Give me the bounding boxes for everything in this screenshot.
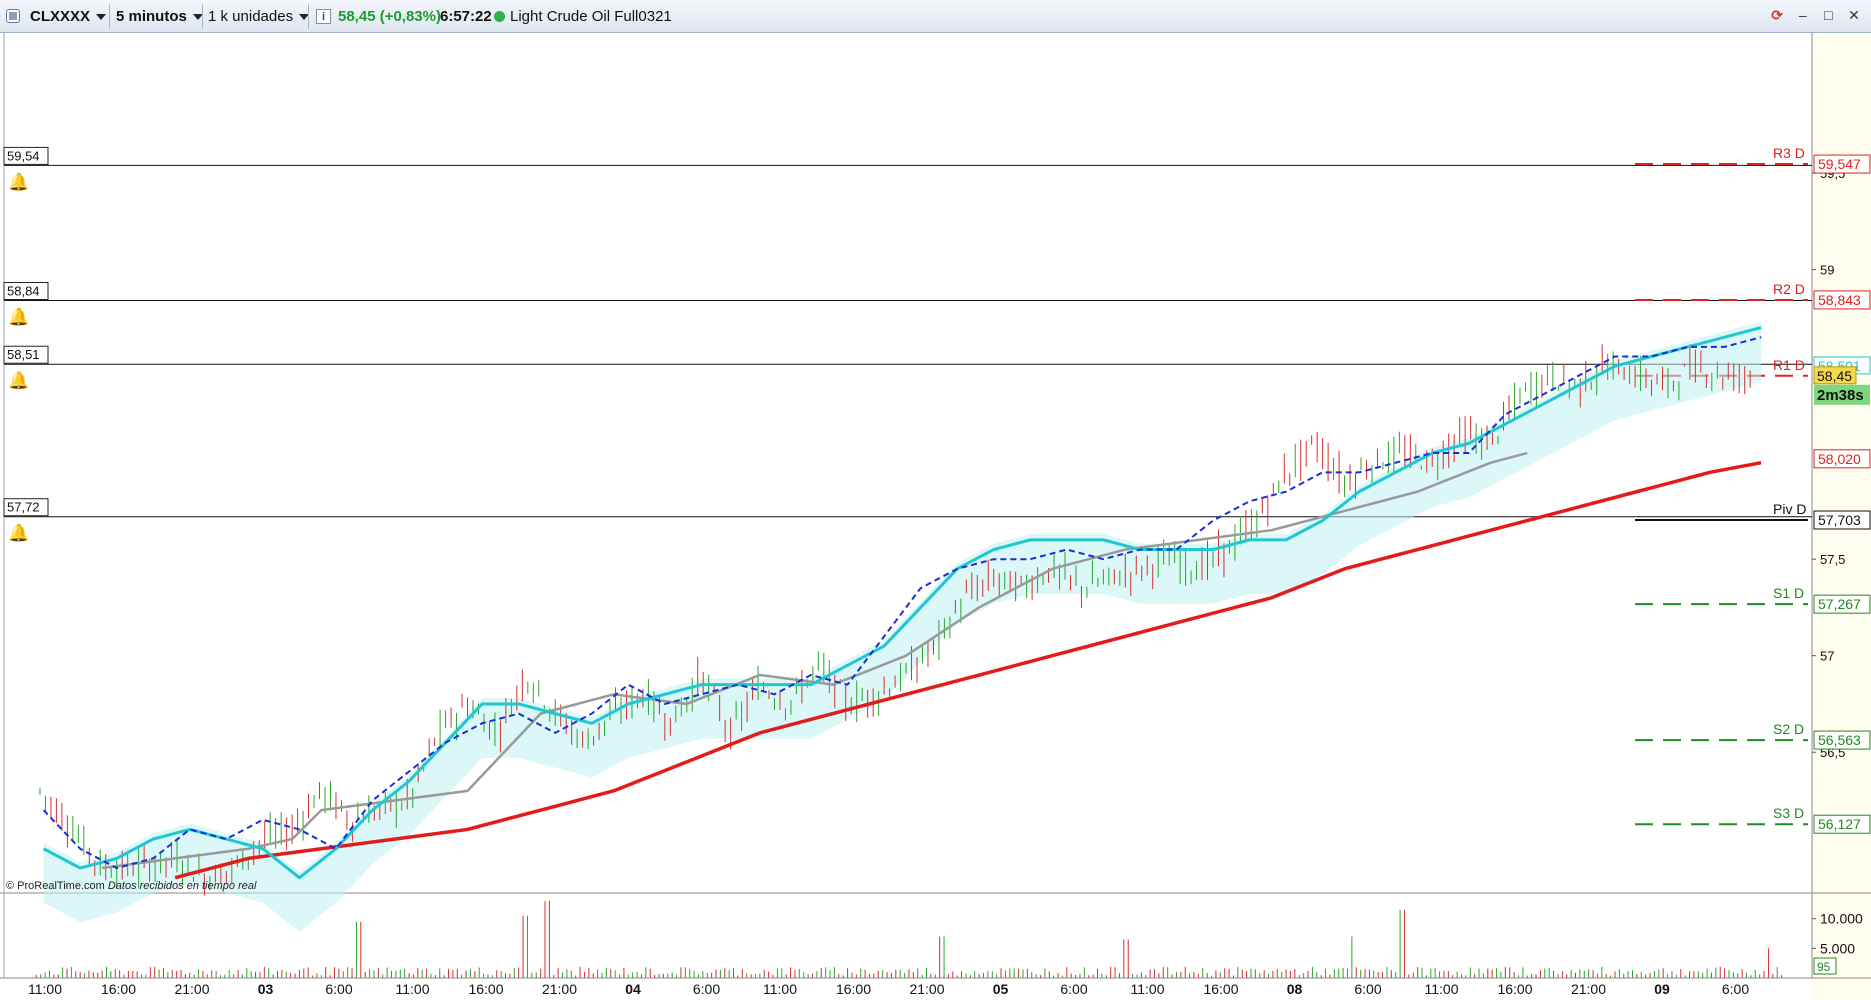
last-update-time: 6:57:22	[440, 8, 492, 25]
pivot-level-name: S1 D	[1773, 585, 1804, 601]
alert-price-label: 59,54	[7, 148, 40, 163]
last-price-label: 58,45	[1817, 368, 1852, 384]
pivot-level-name: R2 D	[1773, 281, 1805, 297]
pivot-level-value: 56,127	[1818, 816, 1861, 832]
symbol-label: CLXXXX	[30, 8, 91, 25]
alert-price-label: 58,84	[7, 284, 40, 299]
time-tick-label: 21:00	[909, 981, 944, 997]
time-tick-label: 08	[1287, 981, 1303, 997]
time-tick-label: 16:00	[1497, 981, 1532, 997]
bell-alert-icon[interactable]: 🔔	[8, 524, 29, 543]
time-tick-label: 09	[1654, 981, 1670, 997]
pivot-level-value: 58,020	[1818, 451, 1861, 467]
symbol-selector[interactable]: CLXXXX	[30, 0, 107, 33]
time-tick-label: 16:00	[836, 981, 871, 997]
bell-alert-icon[interactable]: 🔔	[8, 308, 29, 327]
time-tick-label: 16:00	[1203, 981, 1238, 997]
time-tick-label: 11:00	[763, 981, 797, 997]
credit-text: © ProRealTime.com	[6, 880, 105, 892]
volume-tick-label: 10.000	[1820, 911, 1863, 927]
time-tick-label: 03	[258, 981, 274, 997]
window-menu-icon[interactable]	[6, 9, 20, 23]
price-tick-label: 59	[1820, 263, 1834, 278]
time-tick-label: 11:00	[28, 981, 62, 997]
pivot-level-name: S2 D	[1773, 721, 1804, 737]
live-status-icon	[494, 11, 505, 22]
close-icon[interactable]: ✕	[1845, 6, 1863, 24]
pivot-level-name: S3 D	[1773, 805, 1804, 821]
volume-last-label: 95	[1817, 960, 1831, 974]
time-tick-label: 16:00	[101, 981, 136, 997]
toolbar-divider	[202, 4, 203, 29]
time-tick-label: 11:00	[1425, 981, 1459, 997]
volume-tick-label: 5.000	[1820, 940, 1855, 956]
time-tick-label: 21:00	[542, 981, 577, 997]
time-tick-label: 11:00	[396, 981, 430, 997]
timeframe-label: 5 minutos	[116, 8, 187, 25]
units-label: 1 k unidades	[208, 8, 294, 25]
units-selector[interactable]: 1 k unidades	[208, 0, 310, 33]
chart-toolbar: CLXXXX 5 minutos 1 k unidades i 58,45 (+…	[0, 0, 1871, 33]
time-tick-label: 6:00	[1722, 981, 1749, 997]
instrument-name: Light Crude Oil Full0321	[510, 8, 672, 25]
toolbar-divider	[109, 4, 110, 29]
pivot-level-value: 59,547	[1818, 156, 1861, 172]
data-status-text: Datos recibidos en tiempo real	[107, 880, 257, 892]
time-tick-label: 21:00	[174, 981, 209, 997]
time-tick-label: 11:00	[1131, 981, 1165, 997]
bell-alert-icon[interactable]: 🔔	[8, 172, 29, 191]
time-tick-label: 05	[993, 981, 1009, 997]
alert-price-label: 57,72	[7, 500, 40, 515]
window-controls: ⟳ – □ ✕	[1764, 6, 1863, 28]
time-tick-label: 6:00	[325, 981, 352, 997]
pivot-level-value: 57,267	[1818, 596, 1861, 612]
price-chart[interactable]: 59,55957,55756,559,54🔔58,84🔔58,51🔔57,72🔔…	[0, 33, 1871, 1000]
refresh-icon[interactable]: ⟳	[1768, 6, 1786, 24]
pivot-level-name: R3 D	[1773, 145, 1805, 161]
price-tick-label: 57	[1820, 649, 1834, 664]
time-tick-label: 6:00	[1354, 981, 1381, 997]
price-change: 58,45 (+0,83%)	[338, 8, 441, 25]
bell-alert-icon[interactable]: 🔔	[8, 371, 29, 390]
data-credit: © ProRealTime.com Datos recibidos en tie…	[6, 880, 256, 892]
time-tick-label: 21:00	[1571, 981, 1606, 997]
alert-price-label: 58,51	[7, 347, 40, 362]
time-tick-label: 04	[625, 981, 641, 997]
toolbar-divider	[308, 4, 309, 29]
info-icon[interactable]: i	[316, 9, 331, 24]
pivot-level-value: 57,703	[1818, 512, 1861, 528]
chevron-down-icon	[96, 14, 107, 21]
pivot-level-value: 56,563	[1818, 732, 1861, 748]
maximize-icon[interactable]: □	[1819, 6, 1837, 24]
price-tick-label: 57,5	[1820, 552, 1845, 567]
time-tick-label: 6:00	[693, 981, 720, 997]
countdown-label: 2m38s	[1817, 387, 1864, 404]
pivot-level-value: 58,843	[1818, 292, 1861, 308]
minimize-icon[interactable]: –	[1794, 6, 1812, 24]
time-tick-label: 6:00	[1060, 981, 1087, 997]
time-tick-label: 16:00	[468, 981, 503, 997]
pivot-level-name: R1 D	[1773, 357, 1805, 373]
timeframe-selector[interactable]: 5 minutos	[116, 0, 203, 33]
pivot-level-name: Piv D	[1773, 501, 1806, 517]
